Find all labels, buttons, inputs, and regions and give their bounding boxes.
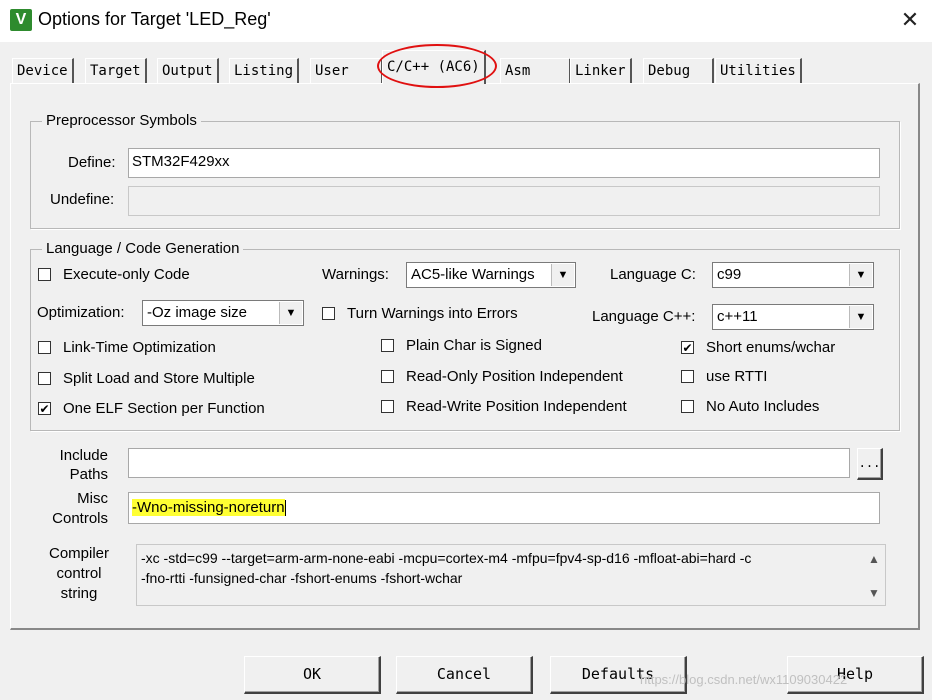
chevron-down-icon[interactable]: ▼: [849, 264, 872, 286]
rtti-label: use RTTI: [706, 368, 768, 385]
misc-label-line2: Controls: [52, 510, 108, 527]
ro-pi-label: Read-Only Position Independent: [406, 368, 623, 385]
warnings-errors-box[interactable]: [322, 307, 335, 320]
app-logo-icon: V: [10, 9, 32, 31]
annotation-circle: [377, 44, 497, 88]
undefine-label: Undefine:: [50, 191, 115, 208]
include-browse-button[interactable]: ...: [857, 448, 883, 480]
plain-char-label: Plain Char is Signed: [406, 337, 542, 354]
define-input[interactable]: STM32F429xx: [128, 148, 880, 178]
misc-controls-value: -Wno-missing-noreturn: [132, 499, 285, 516]
no-auto-includes-checkbox[interactable]: No Auto Includes: [681, 398, 819, 415]
include-label-line1: Include: [59, 447, 108, 464]
rw-pi-checkbox[interactable]: Read-Write Position Independent: [381, 398, 627, 415]
lto-checkbox[interactable]: Link-Time Optimization: [38, 339, 216, 356]
no-auto-includes-label: No Auto Includes: [706, 398, 820, 415]
lto-label: Link-Time Optimization: [63, 339, 216, 356]
compiler-line-2: -fno-rtti -funsigned-char -fshort-enums …: [141, 570, 463, 586]
short-enums-checkbox[interactable]: ✔ Short enums/wchar: [681, 339, 835, 356]
chevron-down-icon[interactable]: ▼: [849, 306, 872, 328]
language-c-label: Language C:: [610, 266, 696, 283]
include-label-line2: Paths: [69, 466, 108, 483]
rw-pi-box[interactable]: [381, 400, 394, 413]
ro-pi-box[interactable]: [381, 370, 394, 383]
lto-box[interactable]: [38, 341, 51, 354]
chevron-down-icon[interactable]: ▼: [279, 302, 302, 324]
plain-char-checkbox[interactable]: Plain Char is Signed: [381, 337, 542, 354]
rw-pi-label: Read-Write Position Independent: [406, 398, 627, 415]
tab-output[interactable]: Output: [157, 58, 219, 84]
tab-listing[interactable]: Listing: [229, 58, 300, 84]
undefine-input[interactable]: [128, 186, 880, 216]
short-enums-label: Short enums/wchar: [706, 339, 836, 356]
execute-only-box[interactable]: [38, 268, 51, 281]
text-caret: [284, 500, 286, 517]
close-icon[interactable]: ✕: [896, 6, 924, 34]
language-cpp-value: c++11: [717, 308, 758, 325]
preprocessor-group-title: Preprocessor Symbols: [42, 112, 201, 129]
language-c-select[interactable]: c99 ▼: [712, 262, 874, 288]
no-auto-includes-box[interactable]: [681, 400, 694, 413]
rtti-checkbox[interactable]: use RTTI: [681, 368, 767, 385]
split-ldm-box[interactable]: [38, 372, 51, 385]
include-paths-input[interactable]: [128, 448, 850, 478]
watermark: https://blog.csdn.net/wx1109030422: [640, 672, 848, 687]
compiler-line-1: -xc -std=c99 --target=arm-arm-none-eabi …: [141, 550, 752, 566]
language-cpp-select[interactable]: c++11 ▼: [712, 304, 874, 330]
tab-target[interactable]: Target: [85, 58, 147, 84]
split-ldm-label: Split Load and Store Multiple: [63, 370, 255, 387]
execute-only-label: Execute-only Code: [63, 266, 190, 283]
tab-debug[interactable]: Debug: [643, 58, 714, 84]
one-elf-label: One ELF Section per Function: [63, 400, 265, 417]
tab-user[interactable]: User: [310, 58, 383, 84]
compiler-label-line1: Compiler: [48, 545, 109, 562]
tab-linker[interactable]: Linker: [570, 58, 632, 84]
warnings-errors-label: Turn Warnings into Errors: [347, 305, 518, 322]
scroll-up-icon[interactable]: ▲: [866, 552, 882, 566]
one-elf-box[interactable]: ✔: [38, 402, 51, 415]
compiler-control-string: -xc -std=c99 --target=arm-arm-none-eabi …: [136, 544, 886, 606]
misc-controls-input[interactable]: -Wno-missing-noreturn: [128, 492, 880, 524]
window-title: Options for Target 'LED_Reg': [38, 9, 271, 29]
warnings-label: Warnings:: [322, 266, 389, 283]
compiler-label-line3: string: [60, 585, 98, 602]
chevron-down-icon[interactable]: ▼: [551, 264, 574, 286]
split-ldm-checkbox[interactable]: Split Load and Store Multiple: [38, 370, 255, 387]
ok-button[interactable]: OK: [244, 656, 381, 694]
tab-asm[interactable]: Asm: [500, 58, 571, 84]
language-cpp-label: Language C++:: [592, 308, 696, 325]
language-c-value: c99: [717, 266, 742, 283]
compiler-label-line2: control: [56, 565, 102, 582]
ro-pi-checkbox[interactable]: Read-Only Position Independent: [381, 368, 623, 385]
optimization-label: Optimization:: [37, 304, 125, 321]
rtti-box[interactable]: [681, 370, 694, 383]
warnings-errors-checkbox[interactable]: Turn Warnings into Errors: [322, 305, 518, 322]
plain-char-box[interactable]: [381, 339, 394, 352]
misc-label-line1: Misc: [77, 490, 108, 507]
scroll-down-icon[interactable]: ▼: [866, 586, 882, 600]
define-label: Define:: [68, 154, 116, 171]
cancel-button[interactable]: Cancel: [396, 656, 533, 694]
short-enums-box[interactable]: ✔: [681, 341, 694, 354]
tab-utilities[interactable]: Utilities: [715, 58, 802, 84]
warnings-value: AC5-like Warnings: [411, 266, 535, 283]
one-elf-checkbox[interactable]: ✔ One ELF Section per Function: [38, 400, 265, 417]
execute-only-checkbox[interactable]: Execute-only Code: [38, 266, 190, 283]
tab-device[interactable]: Device: [12, 58, 74, 84]
optimization-select[interactable]: -Oz image size ▼: [142, 300, 304, 326]
language-group-title: Language / Code Generation: [42, 240, 244, 257]
optimization-value: -Oz image size: [147, 304, 248, 321]
warnings-select[interactable]: AC5-like Warnings ▼: [406, 262, 576, 288]
